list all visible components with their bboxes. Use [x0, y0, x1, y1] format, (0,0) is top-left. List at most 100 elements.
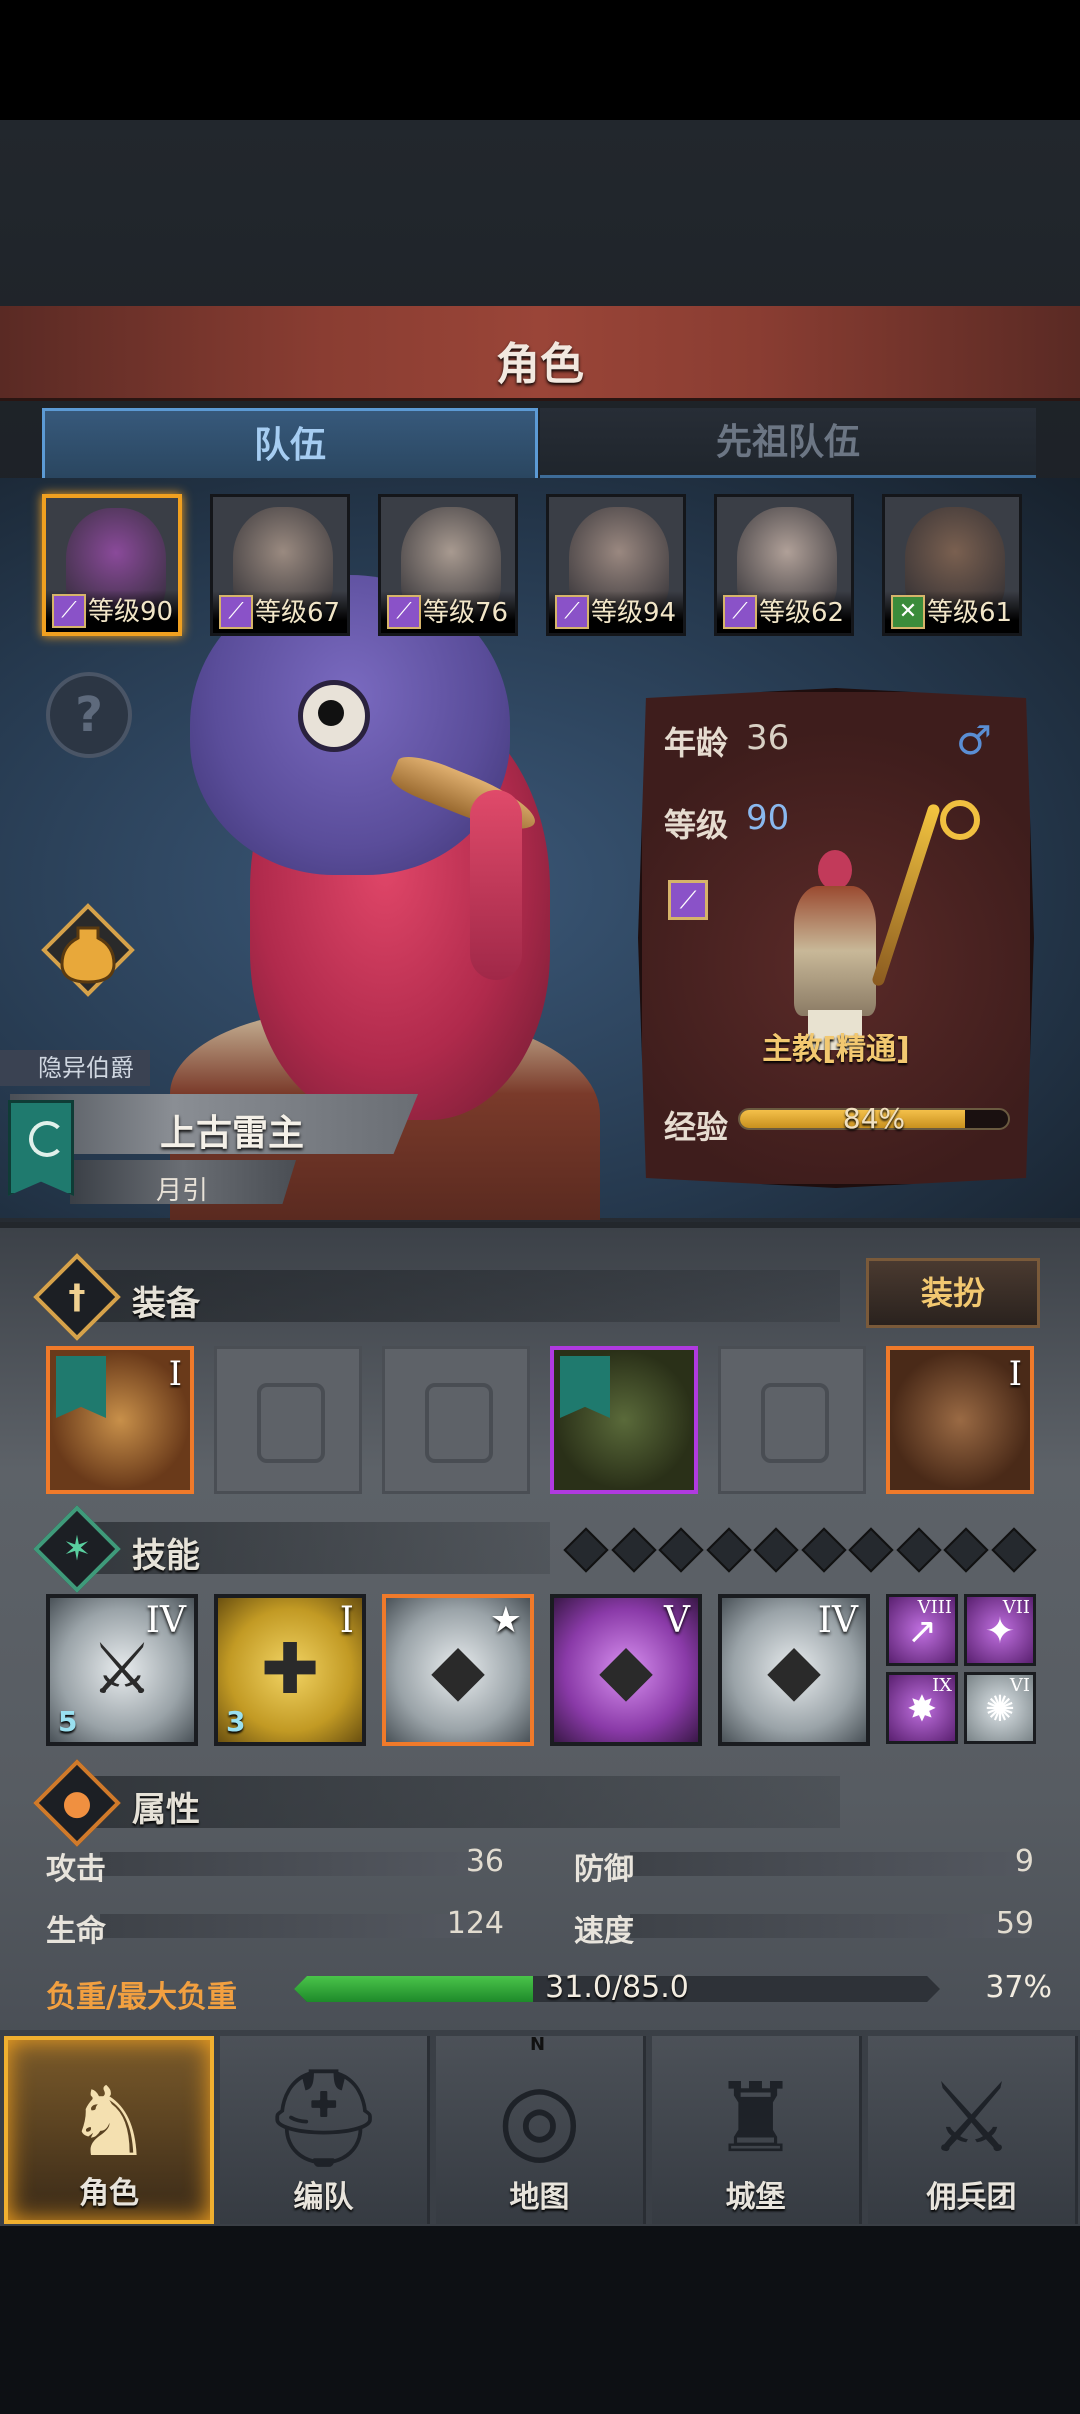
equipment-title: 装备 [132, 1284, 200, 1324]
defense-label: 防御 [574, 1852, 634, 1887]
castle-icon: ♜ [712, 2062, 799, 2174]
roster-portrait[interactable]: ⟋ 等级90 [42, 494, 182, 636]
staff-icon: ⟋ [387, 595, 421, 629]
helmet-icon [425, 1383, 493, 1463]
equipment-slot[interactable] [214, 1346, 362, 1494]
level-label: 等级 [664, 806, 729, 844]
hero-subtitle: 月引 [156, 1176, 209, 1206]
load-label: 负重/最大负重 [46, 1980, 237, 2015]
helmet-icon: ⛑ [262, 2062, 385, 2174]
skill-tier: I [339, 1600, 354, 1641]
mini-skill-slot[interactable]: ✸ IX [886, 1672, 958, 1744]
roster-portrait[interactable]: ✕ 等级61 [882, 494, 1022, 636]
nav-label: 编队 [293, 2180, 354, 2215]
dress-up-button[interactable]: 装扮 [866, 1258, 1040, 1328]
nav-item[interactable]: ◎ 地图 [436, 2036, 646, 2224]
equipment-slot[interactable] [550, 1346, 698, 1494]
question-icon: ? [75, 687, 103, 743]
age-value: 36 [746, 718, 790, 758]
defense-value: 9 [1014, 1844, 1034, 1879]
mini-skill-slot[interactable]: ↗ VIII [886, 1594, 958, 1666]
nav-label: 角色 [79, 2176, 139, 2211]
boots-icon [761, 1383, 829, 1463]
skill-tier: IV [145, 1600, 186, 1641]
nav-item[interactable]: ♜ 城堡 [652, 2036, 862, 2224]
hero-name[interactable]: 上古雷主 [160, 1104, 304, 1156]
help-button[interactable]: ? [46, 672, 132, 758]
hp-value: 124 [446, 1906, 504, 1941]
staff-icon: ⟋ [723, 595, 757, 629]
title-banner: 角色 [0, 306, 1080, 401]
page-title: 角色 [496, 339, 584, 390]
age-label: 年龄 [664, 724, 729, 762]
tab-team[interactable]: 队伍 [42, 408, 538, 478]
hp-label: 生命 [46, 1914, 106, 1949]
skill-tier: V [664, 1600, 690, 1641]
nav-item[interactable]: ⚔ 佣兵团 [868, 2036, 1078, 2224]
skill-slot[interactable]: ◆ V [550, 1594, 702, 1746]
staff-icon: ⟋ [219, 595, 253, 629]
slot-tier: I [1008, 1354, 1022, 1394]
moon-banner-icon [56, 1356, 106, 1418]
male-icon: ♂ [956, 718, 992, 764]
skills-title: 技能 [132, 1536, 200, 1576]
mini-skill-tier: VI [1009, 1675, 1030, 1696]
skill-slot[interactable]: ✚ I 3 [214, 1594, 366, 1746]
status-bar-area [0, 0, 1080, 120]
staff-icon: ⟋ [555, 595, 589, 629]
equipment-slot[interactable] [718, 1346, 866, 1494]
load-text: 31.0/85.0 [545, 1970, 689, 2005]
class-name: 主教[精通] [762, 1032, 910, 1067]
skill-slot[interactable]: ⚔ IV 5 [46, 1594, 198, 1746]
potion-button[interactable] [40, 902, 136, 998]
equipment-slot[interactable]: I [886, 1346, 1034, 1494]
attack-label: 攻击 [46, 1852, 106, 1887]
skill-slot[interactable]: ◆ ★ [382, 1594, 534, 1746]
speed-value: 59 [995, 1906, 1034, 1941]
equipment-slot[interactable] [382, 1346, 530, 1494]
level-value: 90 [746, 798, 790, 838]
mini-skill-slot[interactable]: ✺ VI [964, 1672, 1036, 1744]
skill-tier: IV [817, 1600, 858, 1641]
roster-portrait[interactable]: ⟋ 等级62 [714, 494, 854, 636]
roster-portrait[interactable]: ⟋ 等级67 [210, 494, 350, 636]
bottom-bar-area [0, 2226, 1080, 2414]
mini-skill-tier: IX [932, 1675, 952, 1696]
hero-portrait-snood [470, 790, 522, 980]
skill-badge: 3 [226, 1705, 246, 1738]
hero-title: 隐异伯爵 [0, 1050, 150, 1086]
mercenary-icon: ⚔ [928, 2062, 1015, 2174]
attributes-title: 属性 [132, 1790, 200, 1830]
shield-icon [257, 1383, 325, 1463]
staff-icon[interactable]: ⟋ [668, 880, 708, 920]
nav-label: 地图 [509, 2180, 570, 2215]
level-label: 等级90 [88, 597, 174, 627]
roster-portrait[interactable]: ⟋ 等级94 [546, 494, 686, 636]
slot-tier: I [168, 1354, 182, 1394]
sword-icon: † [68, 1277, 86, 1317]
level-label: 等级67 [255, 598, 341, 628]
mini-skill-slot[interactable]: ✦ VII [964, 1594, 1036, 1666]
star-icon: ✶ [62, 1529, 92, 1569]
nav-label: 佣兵团 [926, 2180, 1017, 2215]
mini-skill-tier: VII [1002, 1597, 1030, 1618]
skill-slot[interactable]: ◆ IV [718, 1594, 870, 1746]
roster-portrait[interactable]: ⟋ 等级76 [378, 494, 518, 636]
nav-item[interactable]: ♞ 角色 [4, 2036, 214, 2224]
compass-icon: ◎ [497, 2062, 582, 2174]
nav-item[interactable]: ⛑ 编队 [220, 2036, 430, 2224]
skill-tier: ★ [489, 1600, 522, 1641]
tab-ancestor-team[interactable]: 先祖队伍 [540, 408, 1036, 478]
staff-ring [940, 800, 980, 840]
moon-banner-icon [8, 1100, 74, 1196]
staff-icon: ⟋ [52, 594, 86, 628]
exp-label: 经验 [664, 1108, 729, 1146]
load-percent: 37% [985, 1970, 1052, 2005]
hero-portrait-eye [298, 680, 370, 752]
level-label: 等级61 [927, 598, 1013, 628]
speed-label: 速度 [574, 1914, 634, 1949]
person-icon: ● [62, 1783, 92, 1823]
equipment-slot[interactable]: I [46, 1346, 194, 1494]
skill-badge: 5 [58, 1705, 78, 1738]
mini-skill-tier: VIII [917, 1597, 952, 1618]
